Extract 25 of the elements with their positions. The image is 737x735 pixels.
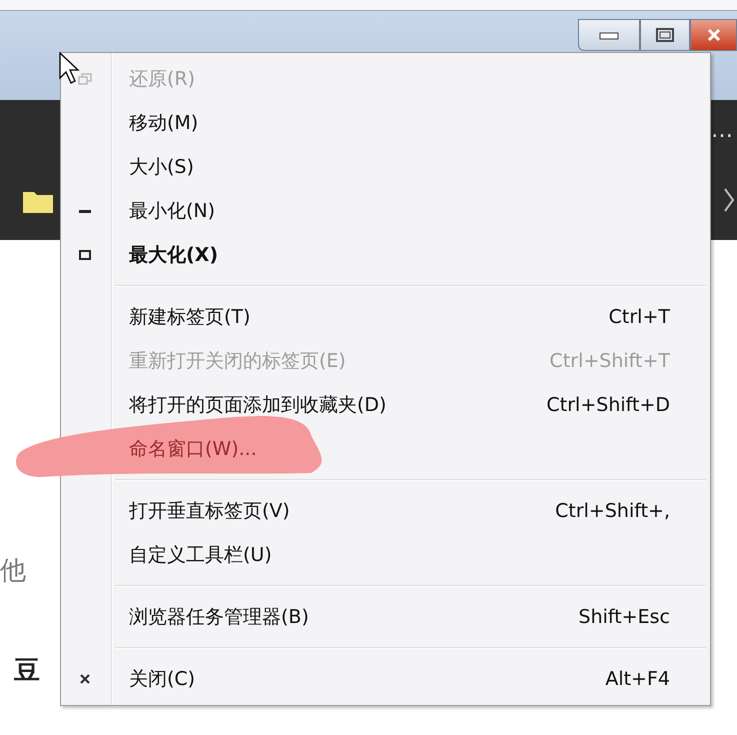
menu-item[interactable]: 将打开的页面添加到收藏夹(D) Ctrl+Shift+D: [63, 383, 708, 427]
minimize-icon: [599, 30, 619, 40]
close-button[interactable]: [690, 19, 737, 51]
chevron-icon[interactable]: [723, 187, 735, 213]
menu-item[interactable]: 打开垂直标签页(V) Ctrl+Shift+,: [63, 489, 708, 533]
menu-item[interactable]: 最大化(X): [63, 233, 708, 277]
menu-item[interactable]: 移动(M): [63, 101, 708, 145]
menu-item[interactable]: 关闭(C) Alt+F4: [63, 657, 708, 701]
maximize-icon: [79, 250, 91, 260]
menu-item[interactable]: 自定义工具栏(U): [63, 533, 708, 577]
menu-item[interactable]: 最小化(N): [63, 189, 708, 233]
page-text: 他: [0, 558, 26, 584]
menu-item[interactable]: 命名窗口(W)...: [63, 427, 708, 471]
menu-item[interactable]: 浏览器任务管理器(B) Shift+Esc: [63, 595, 708, 639]
menu-item[interactable]: 大小(S): [63, 145, 708, 189]
maximize-icon: [655, 27, 675, 43]
close-icon: [706, 28, 720, 42]
maximize-button[interactable]: [640, 19, 690, 51]
page-text: 豆: [14, 658, 40, 684]
menu-item[interactable]: 新建标签页(T) Ctrl+T: [63, 295, 708, 339]
restore-icon: [78, 73, 92, 85]
minimize-button[interactable]: [578, 19, 640, 51]
more-text: …: [711, 118, 733, 143]
minimize-icon: [79, 207, 91, 215]
close-icon: [80, 674, 90, 684]
